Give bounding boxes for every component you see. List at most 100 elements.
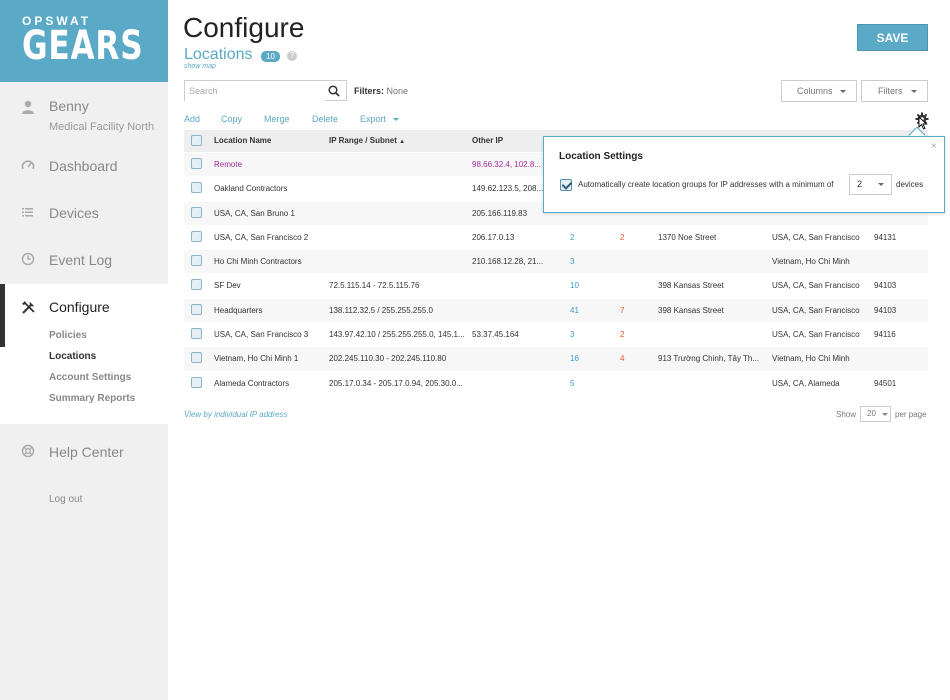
filters-dropdown[interactable]: Filters <box>861 80 928 102</box>
table-row[interactable]: Vietnam, Ho Chi Minh 1 202.245.110.30 - 2… <box>184 346 928 371</box>
row-checkbox[interactable] <box>191 206 202 218</box>
delete-button[interactable]: Delete <box>312 114 338 124</box>
search-input[interactable] <box>185 81 325 101</box>
add-button[interactable]: Add <box>184 114 200 124</box>
auto-create-checkbox[interactable] <box>560 179 572 191</box>
table-row[interactable]: USA, CA, San Francisco 2 206.17.0.13 2 2 137… <box>184 224 928 250</box>
row-checkbox[interactable] <box>191 376 202 388</box>
column-header-other-ip[interactable]: Other IP <box>472 130 547 152</box>
logo[interactable]: OPSWAT GEARS <box>0 0 168 82</box>
cell-other: 149.62.123.5, 208... <box>472 184 544 194</box>
row-checkbox[interactable] <box>191 279 202 291</box>
nav-sub-summary-reports[interactable]: Summary Reports <box>49 393 135 404</box>
close-icon[interactable]: × <box>931 141 937 152</box>
cell-issues[interactable]: 7 <box>620 299 640 322</box>
cell-count[interactable]: 10 <box>570 274 590 297</box>
cell-address: 913 Trường Chinh, Tây Th... <box>658 354 760 364</box>
filters-value: None <box>386 86 409 96</box>
cell-name[interactable]: Remote <box>214 153 324 176</box>
cell-address <box>658 250 768 273</box>
show-map-link[interactable]: show map <box>184 63 216 70</box>
cell-name[interactable]: USA, CA, San Francisco 2 <box>214 226 324 249</box>
row-checkbox[interactable] <box>191 328 202 340</box>
cell-count[interactable]: 41 <box>570 299 590 322</box>
select-all-checkbox[interactable] <box>191 135 202 146</box>
cell-issues[interactable]: 2 <box>620 226 640 249</box>
row-checkbox[interactable] <box>191 352 202 364</box>
show-label: Show <box>836 410 857 419</box>
cell-count[interactable]: 16 <box>570 347 590 370</box>
nav-event-log[interactable]: Event Log <box>0 252 168 270</box>
columns-dropdown[interactable]: Columns <box>781 80 857 102</box>
popover-title: Location Settings <box>559 151 643 162</box>
row-checkbox[interactable] <box>191 182 202 194</box>
column-header-ip[interactable]: IP Range / Subnet ▲ <box>329 130 467 152</box>
nav-dashboard[interactable]: Dashboard <box>0 158 168 176</box>
column-header-name[interactable]: Location Name <box>214 130 324 152</box>
cell-count[interactable]: 3 <box>570 250 590 273</box>
filters-button-label: Filters <box>878 86 903 96</box>
search-icon[interactable] <box>328 84 340 97</box>
merge-button[interactable]: Merge <box>264 114 290 124</box>
cell-city: USA, CA, San Francisco <box>772 305 860 315</box>
gauge-icon <box>20 158 36 174</box>
export-button[interactable]: Export <box>360 114 386 124</box>
cell-count[interactable]: 5 <box>570 372 590 395</box>
sort-asc-icon: ▲ <box>399 139 406 145</box>
cell-other <box>472 274 547 297</box>
cell-issues[interactable] <box>620 372 640 395</box>
copy-button[interactable]: Copy <box>221 114 242 124</box>
auto-create-label: Automatically create location groups for… <box>578 180 834 189</box>
cell-count[interactable]: 2 <box>570 226 590 249</box>
help-icon[interactable]: ? <box>287 51 297 61</box>
cell-name[interactable]: Oakland Contractors <box>214 177 324 200</box>
row-checkbox[interactable] <box>191 158 202 169</box>
nav-sub-policies[interactable]: Policies <box>49 330 87 341</box>
nav-configure[interactable]: Configure <box>49 299 110 315</box>
caret-down-icon <box>840 90 846 93</box>
per-page-select[interactable]: 20 <box>860 406 891 422</box>
cell-ip: 72.5.115.14 - 72.5.115.76 <box>329 281 420 291</box>
row-checkbox[interactable] <box>191 255 202 267</box>
cell-zip: 94501 <box>874 378 897 388</box>
view-by-ip-link[interactable]: View by individual IP address <box>184 410 288 419</box>
table-row[interactable]: SF Dev 72.5.115.14 - 72.5.115.76 10 398 Kan… <box>184 273 928 298</box>
table-row[interactable]: Ho Chi Minh Contractors 210.168.12.28, 21… <box>184 249 928 274</box>
filters-label: Filters: <box>354 86 385 96</box>
cell-name[interactable]: SF Dev <box>214 274 324 297</box>
cell-name[interactable]: Headquarters <box>214 299 324 322</box>
cell-ip <box>329 177 467 200</box>
cell-issues[interactable]: 4 <box>620 347 640 370</box>
cell-name[interactable]: Ho Chi Minh Contractors <box>214 250 324 273</box>
cell-count[interactable]: 3 <box>570 323 590 346</box>
cell-issues[interactable] <box>620 274 640 297</box>
caret-down-icon <box>393 118 399 121</box>
table-row[interactable]: Alameda Contractors 205.17.0.34 - 205.17.… <box>184 370 928 395</box>
cell-issues[interactable]: 2 <box>620 323 640 346</box>
cell-name[interactable]: Alameda Contractors <box>214 372 324 395</box>
tools-icon <box>20 300 36 316</box>
nav-devices[interactable]: Devices <box>0 205 168 223</box>
table-row[interactable]: USA, CA, San Francisco 3 143.97.42.10 / 2… <box>184 322 928 347</box>
cell-name[interactable]: Vietnam, Ho Chi Minh 1 <box>214 347 324 370</box>
cell-name[interactable]: USA, CA, San Bruno 1 <box>214 202 324 225</box>
cell-issues[interactable] <box>620 250 640 273</box>
nav-sub-account-settings[interactable]: Account Settings <box>49 372 131 383</box>
cell-other: 206.17.0.13 <box>472 232 515 242</box>
user-block[interactable]: Benny Medical Facility North <box>0 98 168 148</box>
logout-link[interactable]: Log out <box>49 494 82 505</box>
table-row[interactable]: Headquarters 138.112.32.5 / 255.255.255.0… <box>184 297 928 323</box>
active-indicator <box>0 284 5 347</box>
minimum-devices-value: 2 <box>857 179 863 189</box>
nav-sub-locations[interactable]: Locations <box>49 351 96 362</box>
save-button[interactable]: SAVE <box>857 24 928 51</box>
cell-name[interactable]: USA, CA, San Francisco 3 <box>214 323 324 346</box>
nav-help-center[interactable]: Help Center <box>0 444 168 462</box>
locations-count-badge: 10 <box>261 51 280 62</box>
nav-help-center-label: Help Center <box>49 444 124 460</box>
cell-zip: 94103 <box>874 281 897 291</box>
row-checkbox[interactable] <box>191 230 202 242</box>
cell-other: 210.168.12.28, 21... <box>472 257 544 267</box>
minimum-devices-select[interactable]: 2 <box>849 174 892 195</box>
row-checkbox[interactable] <box>191 303 202 315</box>
